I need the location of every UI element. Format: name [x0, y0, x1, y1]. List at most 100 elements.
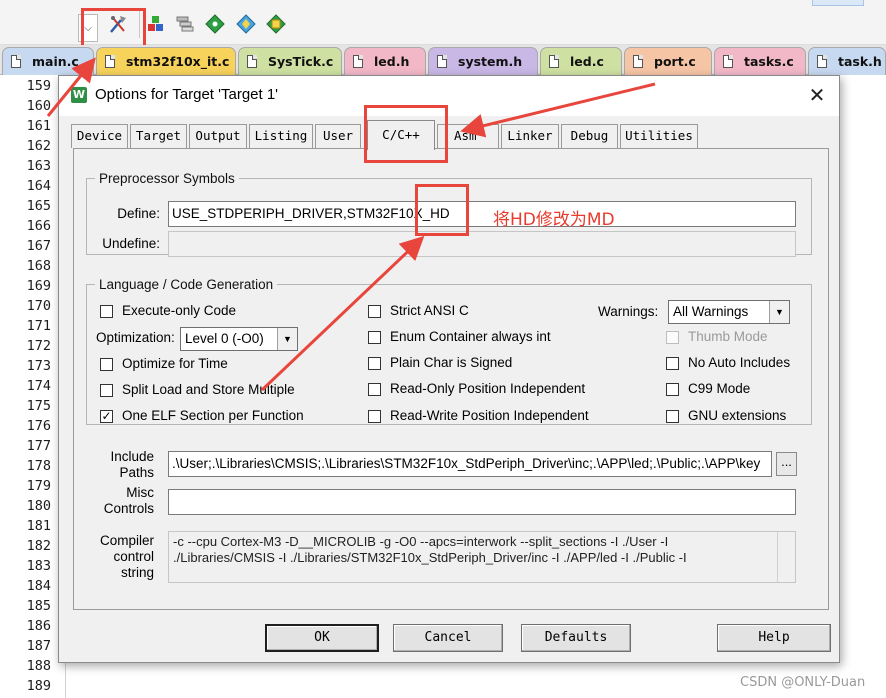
- define-field[interactable]: USE_STDPERIPH_DRIVER,STM32F10X_HD: [168, 201, 796, 227]
- undefine-field[interactable]: [168, 231, 796, 257]
- file-tab-led-h[interactable]: led.h: [344, 47, 426, 75]
- manage-runtime-icon: [205, 14, 225, 34]
- line-number: 174: [26, 378, 51, 394]
- line-number: 178: [26, 458, 51, 474]
- line-number-gutter: 159 160 161 162 163 164 165 166 167 168 169 170 171 1…: [0, 76, 66, 698]
- file-tab-label: system.h: [458, 54, 523, 69]
- line-number: 179: [26, 478, 51, 494]
- line-number: 184: [26, 578, 51, 594]
- optimization-value: Level 0 (-O0): [185, 331, 264, 346]
- read-only-pi-checkbox[interactable]: [368, 383, 381, 396]
- read-write-pi-checkbox[interactable]: [368, 410, 381, 423]
- optimize-for-time-checkbox[interactable]: [100, 358, 113, 371]
- compiler-control-string-field[interactable]: -c --cpu Cortex-M3 -D__MICROLIB -g -O0 -…: [168, 531, 796, 583]
- file-tab-system-h[interactable]: system.h: [428, 47, 538, 75]
- line-number: 161: [26, 118, 51, 134]
- file-tab-stm32f10x-it-c[interactable]: stm32f10x_it.c: [96, 47, 236, 75]
- file-tab-led-c[interactable]: led.c: [540, 47, 622, 75]
- no-auto-includes-label: No Auto Includes: [688, 355, 791, 370]
- execute-only-checkbox[interactable]: [100, 305, 113, 318]
- file-icon: [247, 55, 257, 68]
- run-time-environment-button[interactable]: [264, 11, 288, 37]
- file-icon: [437, 55, 447, 68]
- select-packs-button[interactable]: [173, 11, 197, 37]
- compiler-label-line2: control: [113, 549, 154, 564]
- tab-user[interactable]: User: [315, 124, 361, 148]
- select-packs-icon: [176, 16, 194, 32]
- line-number: 181: [26, 518, 51, 534]
- line-number: 177: [26, 438, 51, 454]
- toolbar-partial-button[interactable]: [812, 0, 864, 6]
- file-tab-label: tasks.c: [744, 54, 794, 69]
- read-only-pi-label: Read-Only Position Independent: [390, 381, 586, 396]
- misc-controls-label-line1: Misc: [126, 485, 154, 500]
- file-tab-label: led.h: [374, 54, 410, 69]
- file-tab-systick-c[interactable]: SysTick.c: [238, 47, 342, 75]
- misc-controls-label-line2: Controls: [103, 501, 154, 516]
- annotation-note: 将HD修改为MD: [493, 210, 615, 230]
- file-tab-port-c[interactable]: port.c: [624, 47, 712, 75]
- close-icon[interactable]: ✕: [801, 82, 833, 110]
- gnu-extensions-checkbox[interactable]: [666, 410, 679, 423]
- thumb-mode-checkbox[interactable]: [666, 331, 679, 344]
- include-paths-field[interactable]: .\User;.\Libraries\CMSIS;.\Libraries\STM…: [168, 451, 772, 477]
- no-auto-includes-checkbox[interactable]: [666, 357, 679, 370]
- file-icon: [105, 55, 115, 68]
- file-icon: [633, 55, 643, 68]
- enum-container-checkbox[interactable]: [368, 331, 381, 344]
- tab-linker[interactable]: Linker: [501, 124, 559, 148]
- warnings-select[interactable]: All Warnings ▼: [668, 300, 790, 324]
- tab-listing[interactable]: Listing: [249, 124, 313, 148]
- line-number: 163: [26, 158, 51, 174]
- file-icon: [817, 55, 827, 68]
- strict-ansi-c-label: Strict ANSI C: [390, 303, 469, 318]
- defaults-button[interactable]: Defaults: [521, 624, 631, 652]
- file-tab-label: SysTick.c: [268, 54, 334, 69]
- file-tab-task-h[interactable]: task.h: [808, 47, 886, 75]
- misc-controls-field[interactable]: [168, 489, 796, 515]
- one-elf-section-checkbox[interactable]: ✓: [100, 410, 113, 423]
- include-paths-browse-button[interactable]: ...: [776, 452, 797, 476]
- keil-app-icon: W: [71, 87, 87, 103]
- pack-installer-icon: [236, 14, 256, 34]
- manage-runtime-button[interactable]: [203, 11, 227, 37]
- compiler-string-scrollbar[interactable]: [777, 532, 795, 582]
- misc-controls-label: Misc Controls: [88, 485, 154, 517]
- tab-device[interactable]: Device: [71, 124, 128, 148]
- file-icon: [723, 55, 733, 68]
- manage-project-items-button[interactable]: [144, 11, 168, 37]
- strict-ansi-c-checkbox[interactable]: [368, 305, 381, 318]
- line-number: 164: [26, 178, 51, 194]
- plain-char-signed-checkbox[interactable]: [368, 357, 381, 370]
- help-button[interactable]: Help: [717, 624, 831, 652]
- tab-output[interactable]: Output: [189, 124, 247, 148]
- line-number: 175: [26, 398, 51, 414]
- file-tab-main-c[interactable]: main.c: [2, 47, 94, 75]
- tab-debug[interactable]: Debug: [561, 124, 618, 148]
- include-paths-label-line1: Include: [110, 449, 154, 464]
- split-load-store-label: Split Load and Store Multiple: [122, 382, 295, 397]
- split-load-store-checkbox[interactable]: [100, 384, 113, 397]
- tab-c-cpp[interactable]: C/C++: [367, 120, 435, 150]
- file-tab-bar: main.c stm32f10x_it.c SysTick.c led.h sy…: [0, 45, 886, 75]
- cancel-button[interactable]: Cancel: [393, 624, 503, 652]
- file-tab-tasks-c[interactable]: tasks.c: [714, 47, 806, 75]
- file-tab-label: stm32f10x_it.c: [126, 54, 230, 69]
- dialog-title: Options for Target 'Target 1': [95, 86, 279, 103]
- line-number: 183: [26, 558, 51, 574]
- file-tab-label: main.c: [32, 54, 79, 69]
- optimization-select[interactable]: Level 0 (-O0) ▼: [180, 327, 298, 351]
- file-icon: [353, 55, 363, 68]
- line-number: 185: [26, 598, 51, 614]
- c99-mode-checkbox[interactable]: [666, 383, 679, 396]
- line-number: 186: [26, 618, 51, 634]
- pack-installer-button[interactable]: [234, 11, 258, 37]
- dialog-tab-row: Device Target Output Listing User C/C++ …: [69, 120, 829, 150]
- include-paths-label: Include Paths: [88, 449, 154, 481]
- tab-utilities[interactable]: Utilities: [620, 124, 698, 148]
- ok-button[interactable]: OK: [265, 624, 379, 652]
- line-number: 176: [26, 418, 51, 434]
- line-number: 168: [26, 258, 51, 274]
- tab-target[interactable]: Target: [130, 124, 187, 148]
- file-tab-label: led.c: [570, 54, 604, 69]
